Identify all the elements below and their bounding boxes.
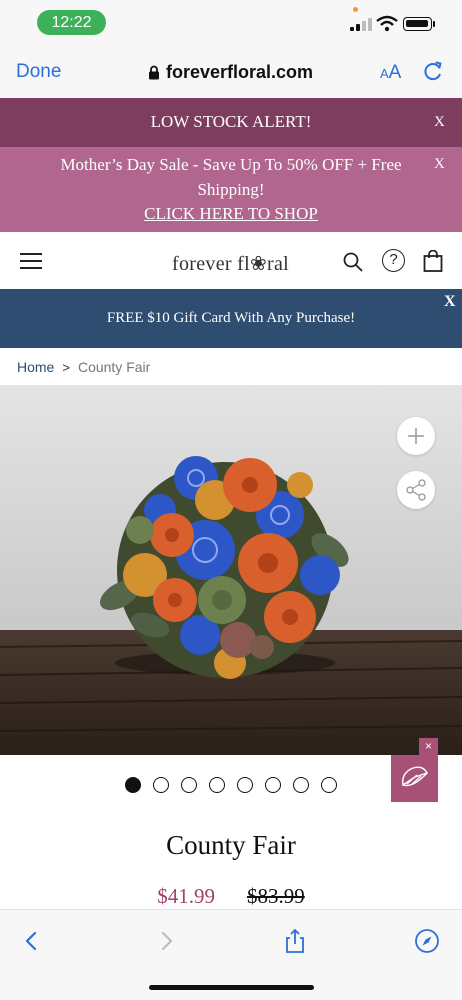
- breadcrumb-current: County Fair: [77, 359, 151, 375]
- done-button[interactable]: Done: [16, 61, 61, 83]
- sale-price: $41.99: [157, 884, 215, 908]
- wifi-icon: [376, 15, 398, 32]
- bag-icon[interactable]: [423, 250, 443, 272]
- product-title: County Fair: [166, 830, 296, 860]
- sale-line-2: Shipping!: [197, 180, 265, 199]
- chat-widget-button[interactable]: [391, 755, 438, 802]
- gift-card-close-button[interactable]: X: [444, 293, 456, 311]
- hamburger-icon[interactable]: [20, 253, 42, 269]
- share-icon: [406, 479, 426, 501]
- sale-close-button[interactable]: X: [434, 156, 445, 173]
- carousel-dot[interactable]: [321, 777, 337, 793]
- plus-icon: [408, 428, 424, 444]
- status-time: 12:22: [37, 10, 106, 35]
- chat-icon: [402, 766, 428, 787]
- compass-icon[interactable]: [414, 928, 440, 954]
- chat-close-button[interactable]: ×: [419, 738, 438, 755]
- breadcrumb-home-link[interactable]: Home: [17, 359, 54, 375]
- lock-icon: [149, 65, 159, 79]
- share-sheet-icon[interactable]: [282, 928, 308, 954]
- carousel-dot[interactable]: [181, 777, 197, 793]
- search-icon[interactable]: [343, 252, 363, 272]
- sale-line-1: Mother’s Day Sale - Save Up To 50% OFF +…: [60, 155, 402, 174]
- sale-banner: Mother’s Day Sale - Save Up To 50% OFF +…: [0, 147, 462, 232]
- breadcrumb-separator: >: [62, 359, 70, 375]
- reload-icon[interactable]: [422, 60, 444, 82]
- product-image[interactable]: [0, 385, 462, 755]
- low-stock-banner: LOW STOCK ALERT! X: [0, 98, 462, 147]
- carousel-dot[interactable]: [209, 777, 225, 793]
- zoom-button[interactable]: [397, 417, 435, 455]
- help-icon[interactable]: ?: [382, 249, 405, 272]
- carousel-dot[interactable]: [265, 777, 281, 793]
- forward-icon[interactable]: [153, 928, 179, 954]
- privacy-indicator: [353, 7, 358, 12]
- battery-icon: [403, 17, 432, 31]
- price-row: $41.99 $83.99: [0, 884, 462, 909]
- carousel-dots: [125, 777, 337, 793]
- original-price: $83.99: [247, 884, 305, 908]
- carousel-dot[interactable]: [237, 777, 253, 793]
- breadcrumb: Home > County Fair: [17, 359, 150, 375]
- address-bar[interactable]: foreverfloral.com: [148, 61, 313, 83]
- url-text: foreverfloral.com: [166, 61, 314, 82]
- bouquet-photo: [0, 385, 462, 755]
- site-header: forever fl❀ral ?: [0, 232, 462, 289]
- carousel-dot[interactable]: [125, 777, 141, 793]
- share-button[interactable]: [397, 471, 435, 509]
- carousel-dot[interactable]: [153, 777, 169, 793]
- carousel-dot[interactable]: [293, 777, 309, 793]
- home-indicator: [149, 985, 314, 990]
- low-stock-text: LOW STOCK ALERT!: [150, 112, 312, 131]
- cellular-signal-icon: [350, 17, 372, 31]
- text-size-button[interactable]: AA: [380, 62, 401, 84]
- browser-bar: Done foreverfloral.com AA: [0, 46, 462, 98]
- shop-link[interactable]: CLICK HERE TO SHOP: [144, 204, 318, 223]
- status-bar: 12:22: [0, 0, 462, 46]
- gift-card-text: FREE $10 Gift Card With Any Purchase!: [106, 310, 356, 326]
- gift-card-banner: FREE $10 Gift Card With Any Purchase! X: [0, 289, 462, 348]
- low-stock-close-button[interactable]: X: [434, 114, 445, 131]
- site-logo[interactable]: forever fl❀ral: [172, 251, 289, 276]
- back-icon[interactable]: [19, 928, 45, 954]
